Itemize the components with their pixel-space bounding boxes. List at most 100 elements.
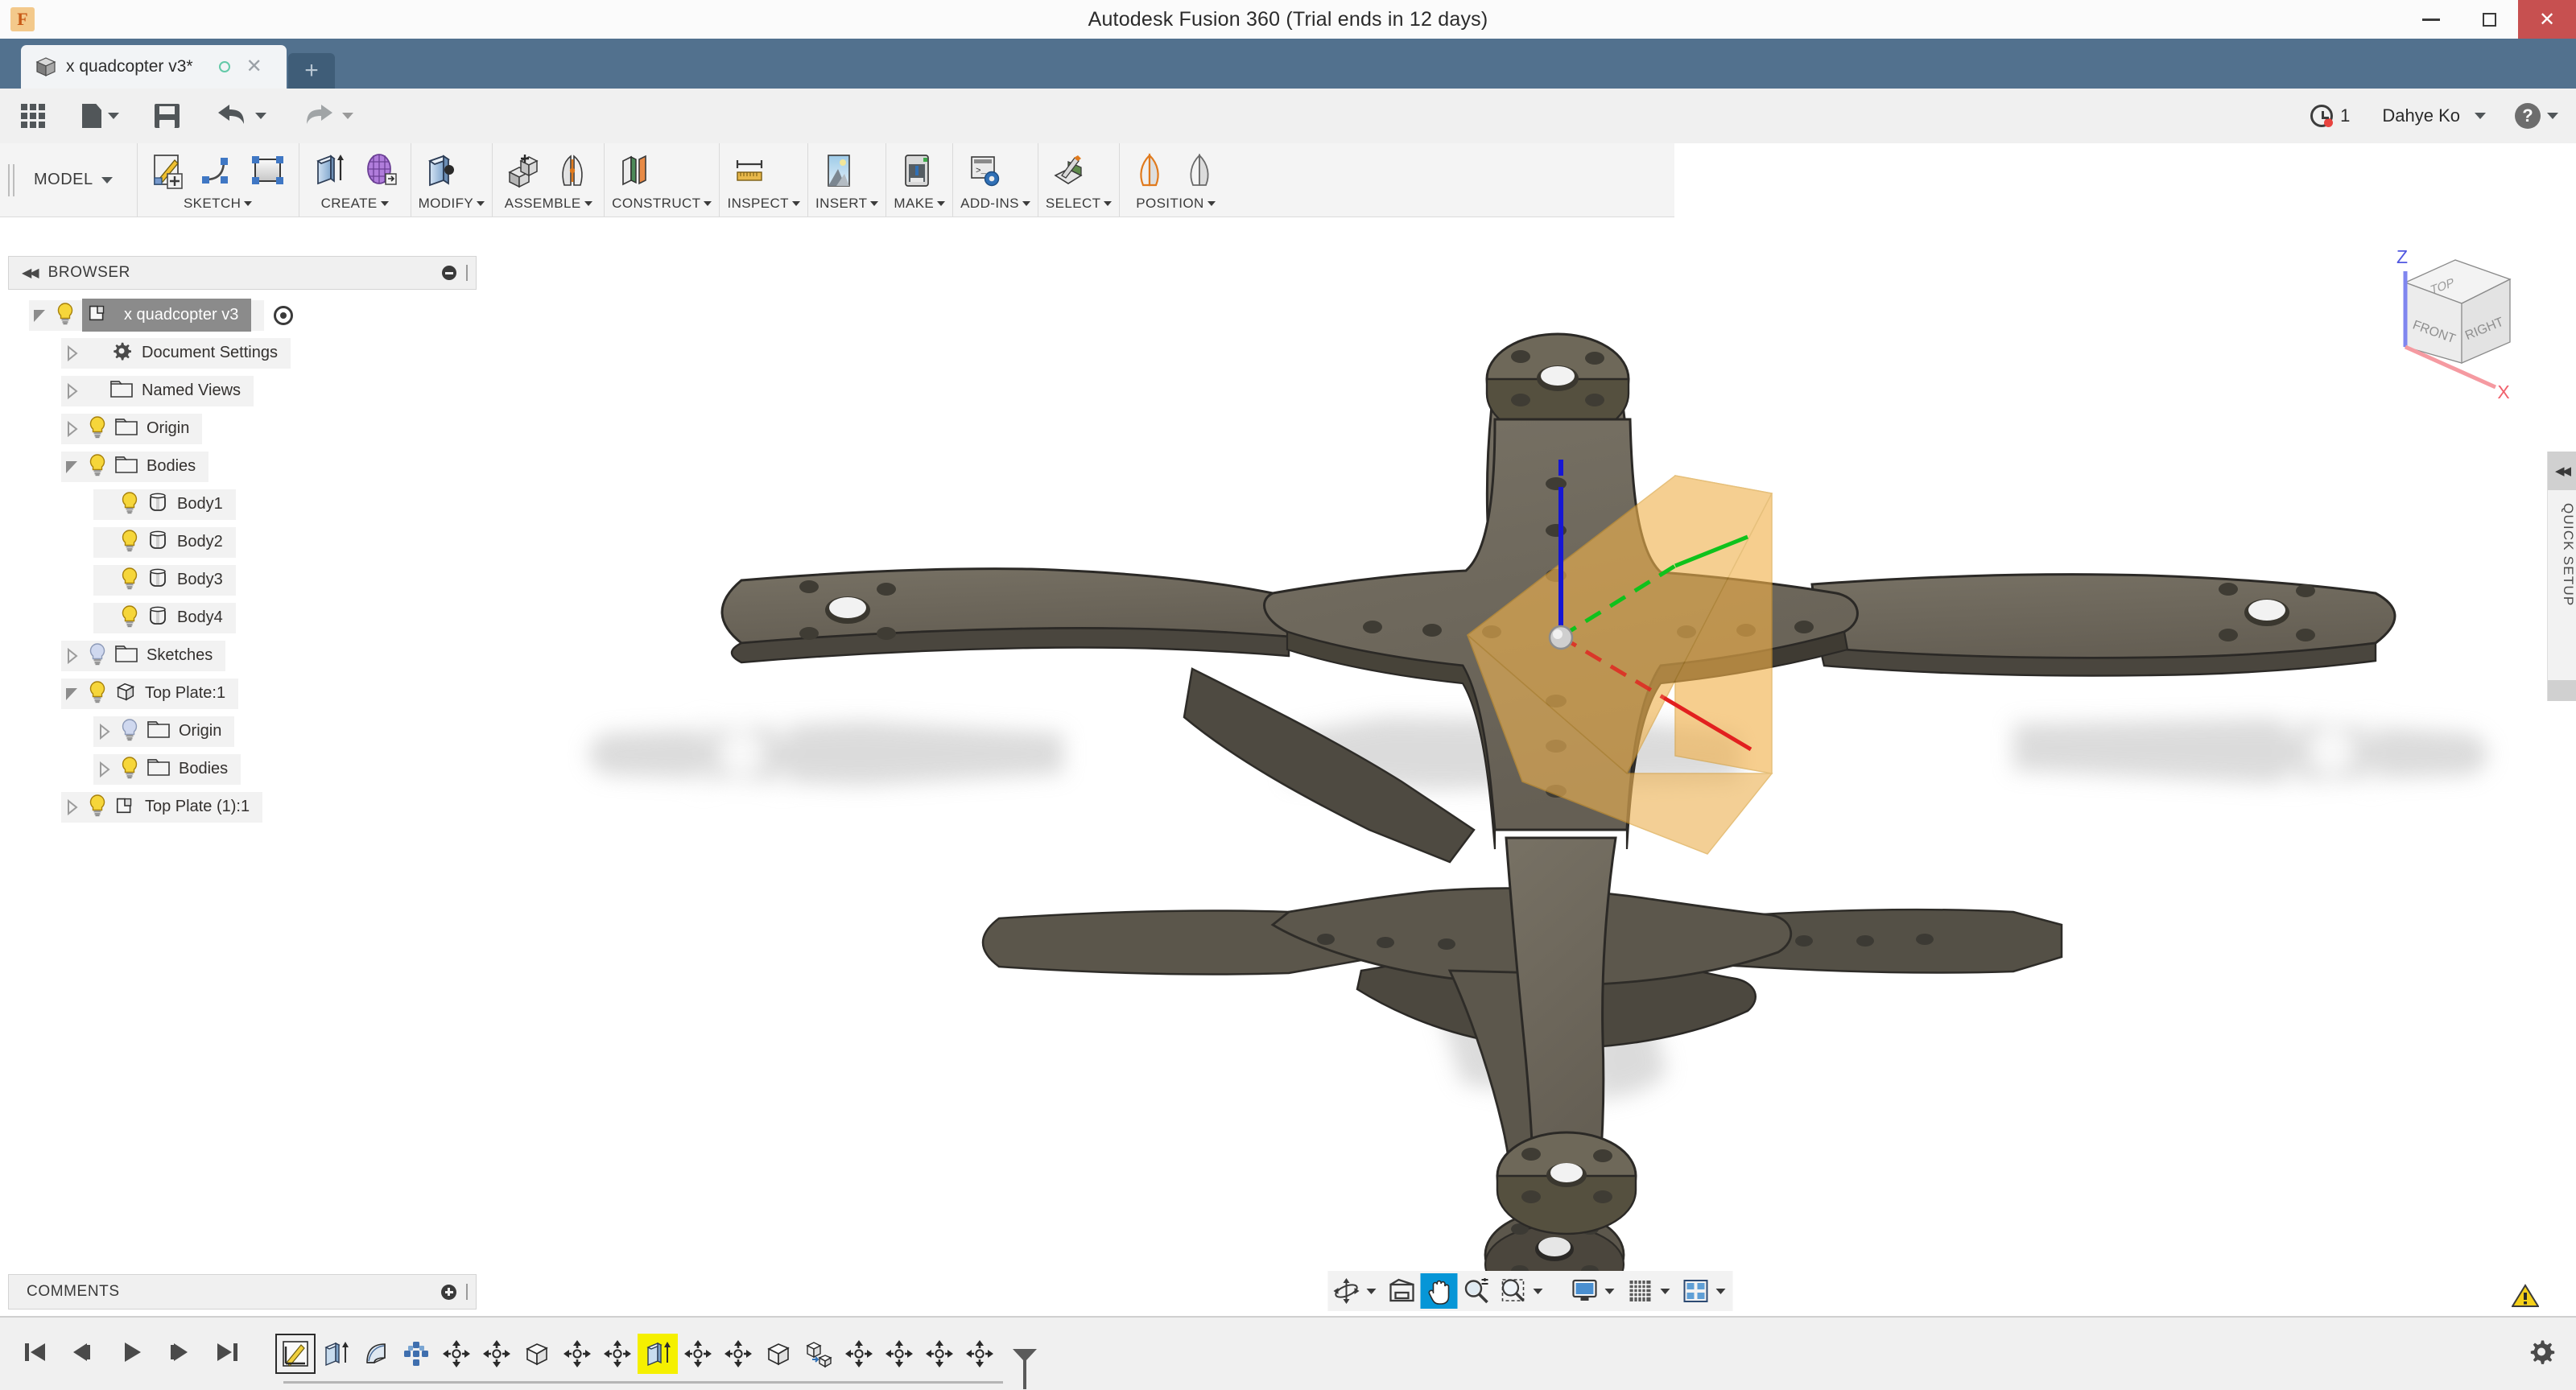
extrude-icon[interactable] [307, 148, 353, 195]
tree-item-body2[interactable]: Body2 [0, 523, 483, 561]
expand-arrow-icon[interactable] [93, 721, 114, 742]
ribbon-group-label[interactable]: SKETCH [145, 196, 291, 214]
tree-item-x-quadcopter-v3[interactable]: x quadcopter v3 [0, 296, 483, 334]
tree-item-named-views[interactable]: Named Views [0, 372, 483, 410]
collapse-arrow-icon[interactable] [61, 683, 82, 704]
ribbon-group-label[interactable]: INSERT [815, 196, 879, 214]
tree-item-origin[interactable]: Origin [0, 410, 483, 448]
ribbon-group-label[interactable]: INSPECT [727, 196, 800, 214]
timeline-feature-extrude-feature-highlighted[interactable] [638, 1334, 678, 1374]
timeline-feature-pattern-feature[interactable] [396, 1334, 436, 1374]
measure-icon[interactable] [727, 148, 774, 195]
play-icon[interactable] [118, 1338, 145, 1370]
scripts-addins-icon[interactable]: >_ [960, 148, 1007, 195]
display-settings-icon[interactable] [1566, 1273, 1603, 1309]
gear-icon[interactable] [2528, 1338, 2555, 1370]
timeline-rail[interactable] [283, 1372, 1003, 1384]
collapse-left-icon[interactable]: ◀◀ [2548, 452, 2576, 490]
chevron-down-icon[interactable] [1366, 1288, 1376, 1294]
timeline-feature-move-feature-1[interactable] [436, 1334, 477, 1374]
save-icon[interactable] [155, 104, 180, 128]
create-sketch-icon[interactable] [145, 148, 192, 195]
timeline-feature-move-feature-9[interactable] [919, 1334, 960, 1374]
ribbon-group-label[interactable]: CONSTRUCT [612, 196, 712, 214]
new-tab-button[interactable]: + [288, 53, 335, 89]
minimize-panel-icon[interactable] [442, 266, 456, 280]
lightbulb-icon[interactable] [85, 679, 114, 708]
lightbulb-icon[interactable] [118, 490, 147, 519]
go-to-beginning-icon[interactable] [21, 1338, 48, 1370]
rectangle-icon[interactable] [245, 148, 291, 195]
chevron-down-icon[interactable] [1715, 1288, 1725, 1294]
chevron-down-icon[interactable] [255, 113, 266, 119]
chevron-down-icon[interactable] [1660, 1288, 1670, 1294]
expand-arrow-icon[interactable] [93, 759, 114, 780]
timeline-feature-copy-paste-feature[interactable] [799, 1334, 839, 1374]
lightbulb-icon[interactable] [118, 755, 147, 784]
lightbulb-icon[interactable] [118, 717, 147, 746]
panel-grip[interactable] [466, 1284, 468, 1300]
position-icon[interactable] [1177, 148, 1224, 195]
expand-arrow-icon[interactable] [61, 797, 82, 818]
tree-item-sketches[interactable]: Sketches [0, 637, 483, 674]
fit-icon[interactable] [1494, 1273, 1531, 1309]
view-cube[interactable]: TOP FRONT RIGHT Z X [2343, 233, 2544, 418]
3d-print-icon[interactable] [894, 148, 940, 195]
collapse-arrow-icon[interactable] [61, 456, 82, 477]
expand-arrow-icon[interactable] [61, 646, 82, 666]
lightbulb-icon[interactable] [118, 566, 147, 595]
timeline-feature-box-feature[interactable] [517, 1334, 557, 1374]
pan-icon[interactable] [1420, 1273, 1457, 1309]
lightbulb-icon[interactable] [85, 452, 114, 481]
ribbon-group-label[interactable]: ADD-INS [960, 196, 1030, 214]
orbit-icon[interactable] [1327, 1273, 1364, 1309]
tree-item-body4[interactable]: Body4 [0, 599, 483, 637]
lightbulb-icon[interactable] [85, 641, 114, 670]
step-back-icon[interactable] [69, 1338, 97, 1370]
ribbon-group-label[interactable]: POSITION [1127, 196, 1224, 214]
quick-setup-resize[interactable] [2548, 680, 2576, 701]
ribbon-group-label[interactable]: CREATE [307, 196, 403, 214]
go-to-end-icon[interactable] [214, 1338, 242, 1370]
press-pull-icon[interactable] [419, 148, 465, 195]
close-icon[interactable]: ✕ [246, 57, 262, 76]
step-forward-icon[interactable] [166, 1338, 193, 1370]
minimize-button[interactable] [2402, 0, 2460, 39]
activate-component-icon[interactable] [274, 305, 294, 325]
timeline-feature-move-feature-5[interactable] [678, 1334, 718, 1374]
tree-item-top-plate-1-1[interactable]: Top Plate (1):1 [0, 788, 483, 826]
tree-item-body1[interactable]: Body1 [0, 485, 483, 523]
ribbon-group-label[interactable]: SELECT [1046, 196, 1113, 214]
form-icon[interactable] [357, 148, 403, 195]
timeline-feature-move-feature-3[interactable] [557, 1334, 597, 1374]
timeline-marker[interactable] [1011, 1347, 1038, 1390]
viewport-canvas[interactable]: TOP FRONT RIGHT Z X ◀◀ QUICK SETUP [484, 218, 2576, 1316]
lightbulb-icon[interactable] [85, 793, 114, 822]
offset-plane-icon[interactable] [612, 148, 658, 195]
timeline-feature-move-feature-8[interactable] [879, 1334, 919, 1374]
restore-button[interactable] [2460, 0, 2518, 39]
viewports-icon[interactable] [1677, 1273, 1714, 1309]
quick-setup-rail[interactable]: ◀◀ QUICK SETUP [2547, 452, 2576, 701]
tree-item-document-settings[interactable]: Document Settings [0, 334, 483, 372]
tree-item-origin[interactable]: Origin [0, 712, 483, 750]
timeline-feature-move-feature-7[interactable] [839, 1334, 879, 1374]
position-active-icon[interactable] [1127, 148, 1174, 195]
help-icon[interactable]: ? [2515, 103, 2541, 129]
tree-item-bodies[interactable]: Bodies [0, 448, 483, 485]
timeline-feature-fillet-feature[interactable] [356, 1334, 396, 1374]
joint-icon[interactable] [550, 148, 597, 195]
tree-item-top-plate-1[interactable]: Top Plate:1 [0, 674, 483, 712]
spline-icon[interactable] [195, 148, 242, 195]
expand-arrow-icon[interactable] [61, 381, 82, 402]
look-at-icon[interactable] [1383, 1273, 1420, 1309]
undo-icon[interactable] [215, 101, 249, 131]
zoom-icon[interactable] [1457, 1273, 1494, 1309]
collapse-arrow-icon[interactable] [29, 305, 50, 326]
lightbulb-icon[interactable] [118, 604, 147, 633]
lightbulb-icon[interactable] [53, 301, 82, 330]
chevron-down-icon[interactable] [1604, 1288, 1614, 1294]
document-tab[interactable]: x quadcopter v3* ✕ [21, 45, 287, 89]
workspace-selector[interactable]: MODEL [23, 143, 138, 217]
warning-icon[interactable] [2511, 1284, 2540, 1308]
